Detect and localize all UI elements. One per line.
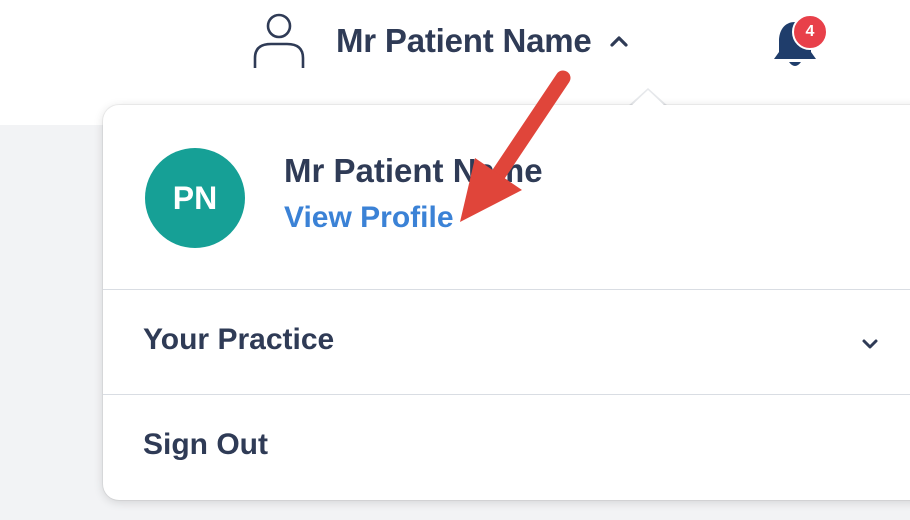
user-name: Mr Patient Name [336,22,592,59]
chevron-up-icon [609,36,628,47]
view-profile-link[interactable]: View Profile [284,201,454,235]
menu-item-sign-out[interactable]: Sign Out [103,395,910,499]
top-bar: Mr Patient Name 4 [0,0,910,90]
dropdown-caret [630,90,666,107]
menu-item-label: Your Practice [143,323,335,356]
menu-item-your-practice[interactable]: Your Practice [103,290,910,394]
person-outline-icon [253,13,305,68]
avatar: PN [145,148,245,248]
notifications-button[interactable]: 4 [770,14,830,74]
user-menu-trigger[interactable]: Mr Patient Name [250,10,630,72]
notification-count-badge: 4 [792,14,828,50]
chevron-down-icon [862,339,878,349]
profile-name: Mr Patient Name [284,152,543,189]
user-dropdown-menu: PN Mr Patient Name View Profile Your Pra… [103,105,910,500]
profile-section: PN Mr Patient Name View Profile [103,105,910,289]
menu-item-label: Sign Out [143,428,268,461]
